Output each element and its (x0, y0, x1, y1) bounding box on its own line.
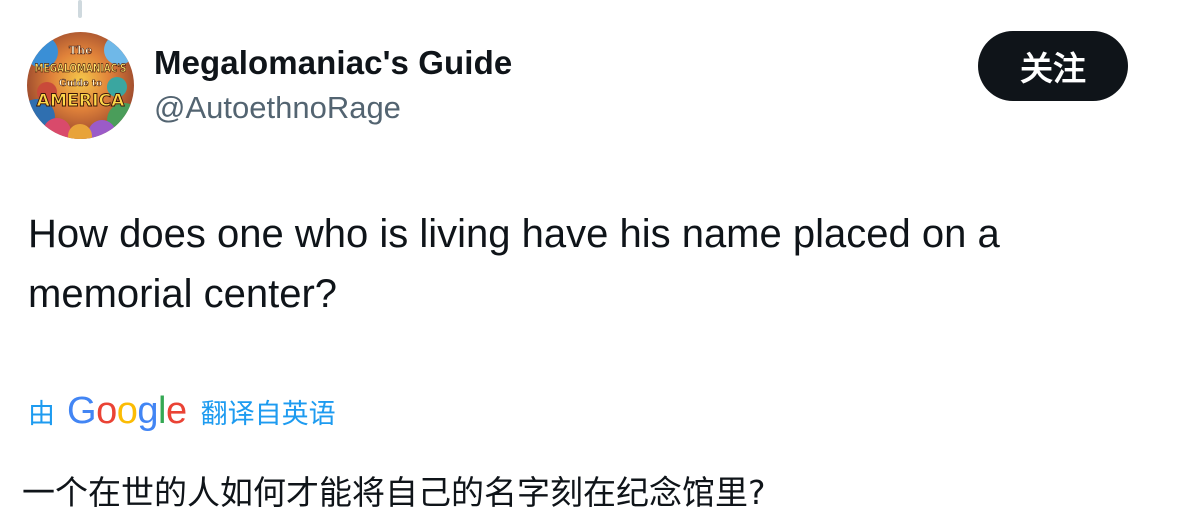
avatar-text-line-1: The (69, 44, 92, 57)
google-logo-letter: o (116, 390, 138, 432)
google-logo-letter: l (157, 390, 166, 432)
translation-prefix: 由 (28, 398, 55, 430)
google-logo-letter: G (67, 390, 97, 432)
avatar-image: The MEGALOMANIAC'S Guide to AMERICA (27, 32, 134, 139)
avatar-text-line-4: AMERICA (37, 91, 126, 111)
author-handle[interactable]: @AutoethnoRage (154, 90, 401, 126)
translation-attribution: 由 Google 翻译自英语 (28, 388, 336, 434)
translated-from-english-link[interactable]: 翻译自英语 (201, 392, 336, 431)
avatar-text-line-2: MEGALOMANIAC'S (35, 61, 127, 75)
follow-button[interactable]: 关注 (978, 31, 1128, 101)
google-logo-letter: o (96, 390, 117, 432)
author-display-name[interactable]: Megalomaniac's Guide (154, 44, 512, 82)
google-logo-letter: g (137, 390, 158, 432)
avatar[interactable]: The MEGALOMANIAC'S Guide to AMERICA (27, 32, 134, 139)
google-logo-letter: e (165, 390, 187, 432)
tweet-text: How does one who is living have his name… (28, 212, 1000, 316)
translated-tweet-text: 一个在世的人如何才能将自己的名字刻在纪念馆里? (22, 473, 766, 512)
thread-connector-line (78, 0, 82, 18)
avatar-text-line-3: Guide to (59, 79, 102, 89)
google-logo: Google (67, 392, 187, 430)
